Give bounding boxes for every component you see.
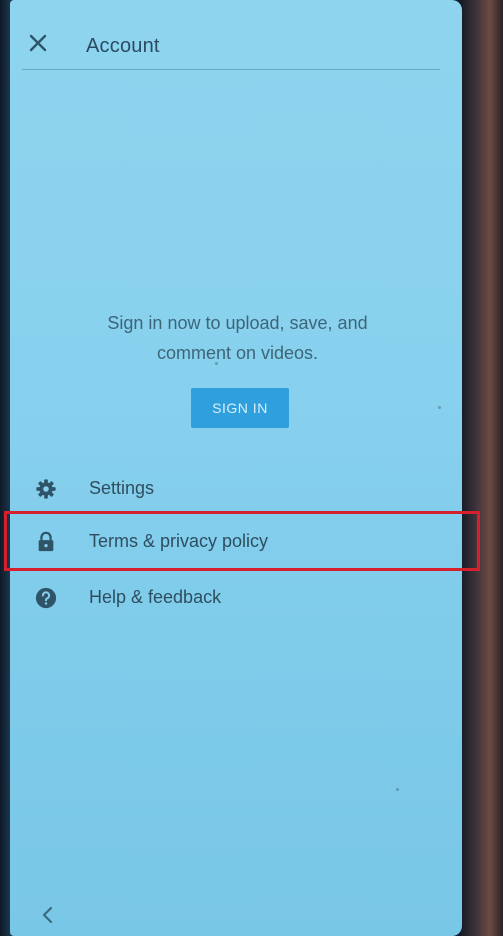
menu-item-settings[interactable]: Settings [10,462,462,516]
page-title: Account [86,35,160,57]
sign-in-button[interactable]: SIGN IN [191,388,289,428]
screen-speck [396,788,399,791]
help-icon [34,586,58,610]
screen-speck [438,406,441,409]
menu-item-terms-privacy[interactable]: Terms & privacy policy [10,515,462,569]
signin-message-line-1: Sign in now to upload, save, and [107,313,368,333]
close-button[interactable] [24,30,52,60]
menu-item-settings-label: Settings [89,478,155,498]
app-bar: Account [10,0,462,70]
phone-screen: Account Sign in now to upload, save, and… [10,0,462,936]
back-chevron-icon [41,906,53,929]
app-bar-divider [22,69,440,70]
signin-message: Sign in now to upload, save, and comment… [50,308,425,368]
lock-icon [34,530,58,554]
gear-icon [34,477,58,501]
menu-item-help-feedback[interactable]: Help & feedback [10,571,462,625]
menu-item-terms-label: Terms & privacy policy [89,531,269,551]
menu-item-help-label: Help & feedback [89,587,222,607]
signin-message-line-2: comment on videos. [156,343,319,363]
back-button[interactable] [36,904,58,930]
device-bezel-right [459,0,503,936]
screen-speck [215,362,218,365]
close-icon [29,34,47,57]
